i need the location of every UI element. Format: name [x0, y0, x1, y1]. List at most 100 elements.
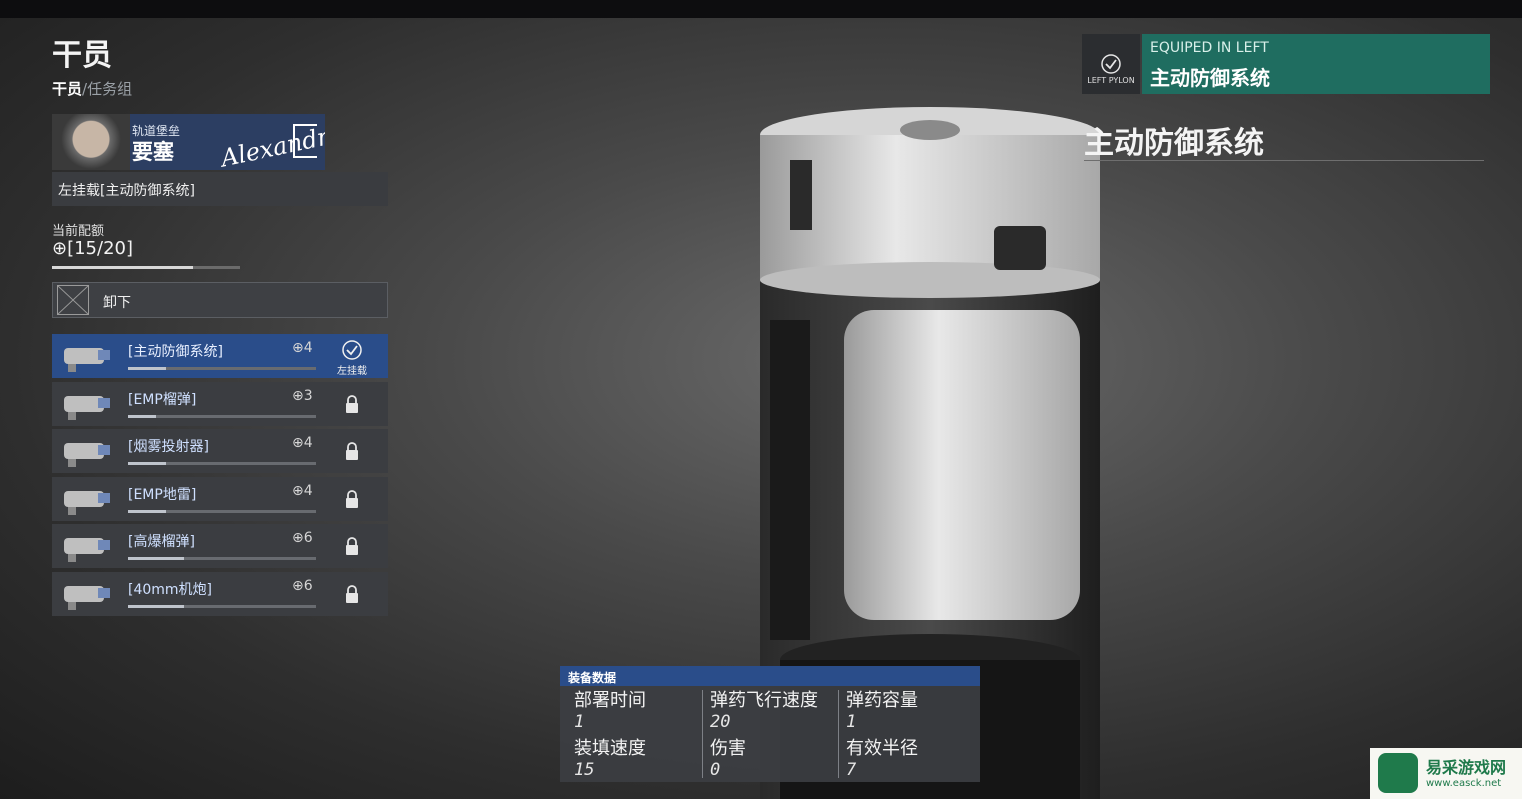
watermark-url: www.easck.net [1426, 778, 1502, 789]
equipment-name: [40mm机炮] [128, 581, 213, 598]
equipment-bar-fill [128, 509, 166, 513]
equipment-bar-fill [128, 462, 166, 465]
stat-value: 1 [846, 712, 857, 732]
equipment-bar-fill [128, 414, 157, 418]
faction-logo-icon [293, 124, 317, 158]
equipped-banner: EQUIPED IN LEFT 主动防御系统 [1142, 34, 1490, 94]
loadout-slot-label: 左挂载[主动防御系统] [58, 183, 195, 199]
equipment-name: [烟雾投射器] [128, 439, 209, 455]
operator-portrait [52, 114, 130, 170]
quota-bar-fill [52, 266, 193, 269]
quota-label: 当前配额 [52, 224, 105, 239]
stat-deploy-time: 部署时间 1 [574, 690, 646, 732]
equipment-bar-fill [128, 604, 185, 608]
equipment-item[interactable]: [主动防御系统] ⊕4 左挂载 [52, 334, 388, 378]
stat-label: 弹药容量 [846, 690, 918, 711]
equipment-bar [128, 414, 316, 418]
equipment-name: [EMP榴弹] [128, 391, 197, 408]
check-circle-icon [1101, 54, 1121, 74]
stat-label: 装填速度 [574, 738, 646, 759]
stat-projectile-speed: 弹药飞行速度 20 [710, 690, 818, 732]
equipment-cost: ⊕6 [292, 530, 313, 546]
equipment-item[interactable]: [高爆榴弹] ⊕6 [52, 524, 388, 568]
stats-header: 装备数据 [560, 666, 980, 686]
equipment-bar-fill [128, 367, 166, 370]
equipment-thumbnail-icon [64, 443, 110, 467]
lock-icon [344, 394, 360, 418]
lock-icon [344, 441, 360, 465]
breadcrumb-next[interactable]: 任务组 [87, 80, 132, 98]
equipment-item[interactable]: [40mm机炮] ⊕6 [52, 571, 388, 616]
equipment-thumbnail-icon [64, 585, 110, 610]
unequip-button[interactable]: 卸下 [52, 282, 388, 318]
equipment-bar [128, 509, 316, 513]
title-divider [1084, 160, 1484, 161]
stat-damage: 伤害 0 [710, 738, 746, 780]
equipment-item[interactable]: [EMP榴弹] ⊕3 [52, 381, 388, 426]
stats-divider [702, 690, 703, 778]
equipment-item[interactable]: [EMP地雷] ⊕4 [52, 476, 388, 521]
equipment-title: 主动防御系统 [1084, 126, 1264, 161]
quota-bar [52, 266, 240, 269]
equipment-bar [128, 367, 316, 370]
stat-ammo-capacity: 弹药容量 1 [846, 690, 918, 732]
stat-value: 0 [710, 760, 721, 780]
left-pylon-indicator: LEFT PYLON [1082, 34, 1140, 94]
operator-card[interactable]: 轨道堡垒 要塞 Alexandra [52, 114, 325, 170]
equipment-name: [高爆榴弹] [128, 534, 195, 550]
operator-name: 要塞 [132, 140, 174, 164]
empty-slot-icon [57, 285, 89, 315]
stat-value: 20 [710, 712, 731, 732]
locked-status [336, 578, 368, 608]
equipped-slot-label: 左挂载 [337, 366, 367, 377]
locked-status [336, 435, 368, 465]
left-pylon-label: LEFT PYLON [1087, 76, 1135, 85]
equipment-cost: ⊕4 [292, 482, 313, 499]
stat-value: 1 [574, 712, 585, 732]
equipment-bar [128, 604, 316, 608]
equipped-name: 主动防御系统 [1150, 66, 1270, 90]
breadcrumb: 干员/任务组 [52, 78, 132, 99]
site-watermark: 易采游戏网 www.easck.net [1370, 748, 1522, 799]
equipment-list: [主动防御系统] ⊕4 左挂载 [EMP榴弹] ⊕3 [烟雾投射器] ⊕4 [EMP地雷] ⊕4… [52, 334, 388, 619]
breadcrumb-current[interactable]: 干员 [52, 80, 82, 98]
equipped-heading: EQUIPED IN LEFT [1150, 40, 1269, 56]
unequip-label: 卸下 [103, 295, 131, 311]
equipment-thumbnail-icon [64, 348, 110, 372]
equipment-thumbnail-icon [64, 395, 110, 420]
stats-panel: 部署时间 1 装填速度 15 弹药飞行速度 20 伤害 0 弹药容量 1 有效半… [560, 686, 980, 782]
site-logo-icon [1378, 753, 1418, 793]
stat-value: 15 [574, 760, 595, 780]
equipment-cost: ⊕3 [292, 387, 313, 404]
locked-status [336, 483, 368, 513]
equipment-thumbnail-icon [64, 490, 110, 515]
equipment-name: [EMP地雷] [128, 486, 197, 503]
equipment-name: [主动防御系统] [128, 344, 223, 360]
lock-icon [344, 584, 360, 608]
equipment-cost: ⊕6 [292, 577, 313, 594]
quota-value: ⊕[15/20] [52, 238, 133, 259]
locked-status [336, 388, 368, 418]
equipped-status: 左挂载 [336, 340, 368, 377]
equipment-bar [128, 557, 316, 560]
equipment-cost: ⊕4 [292, 435, 313, 451]
equipment-item[interactable]: [烟雾投射器] ⊕4 [52, 429, 388, 473]
stat-label: 弹药飞行速度 [710, 690, 818, 711]
lock-icon [344, 536, 360, 560]
stat-label: 有效半径 [846, 738, 918, 759]
stat-label: 部署时间 [574, 690, 646, 711]
watermark-name: 易采游戏网 [1426, 758, 1507, 777]
stat-label: 伤害 [710, 738, 746, 759]
equipment-cost: ⊕4 [292, 340, 313, 356]
equipment-bar-fill [128, 557, 185, 560]
locked-status [336, 530, 368, 560]
stats-header-label: 装备数据 [568, 671, 617, 685]
loadout-slot[interactable]: 左挂载[主动防御系统] [52, 172, 388, 206]
stat-value: 7 [846, 760, 857, 780]
equipment-bar [128, 462, 316, 465]
page-title: 干员 [52, 38, 112, 73]
lock-icon [344, 489, 360, 513]
stat-effective-radius: 有效半径 7 [846, 738, 918, 780]
stat-reload-speed: 装填速度 15 [574, 738, 646, 780]
top-bar [0, 0, 1522, 18]
